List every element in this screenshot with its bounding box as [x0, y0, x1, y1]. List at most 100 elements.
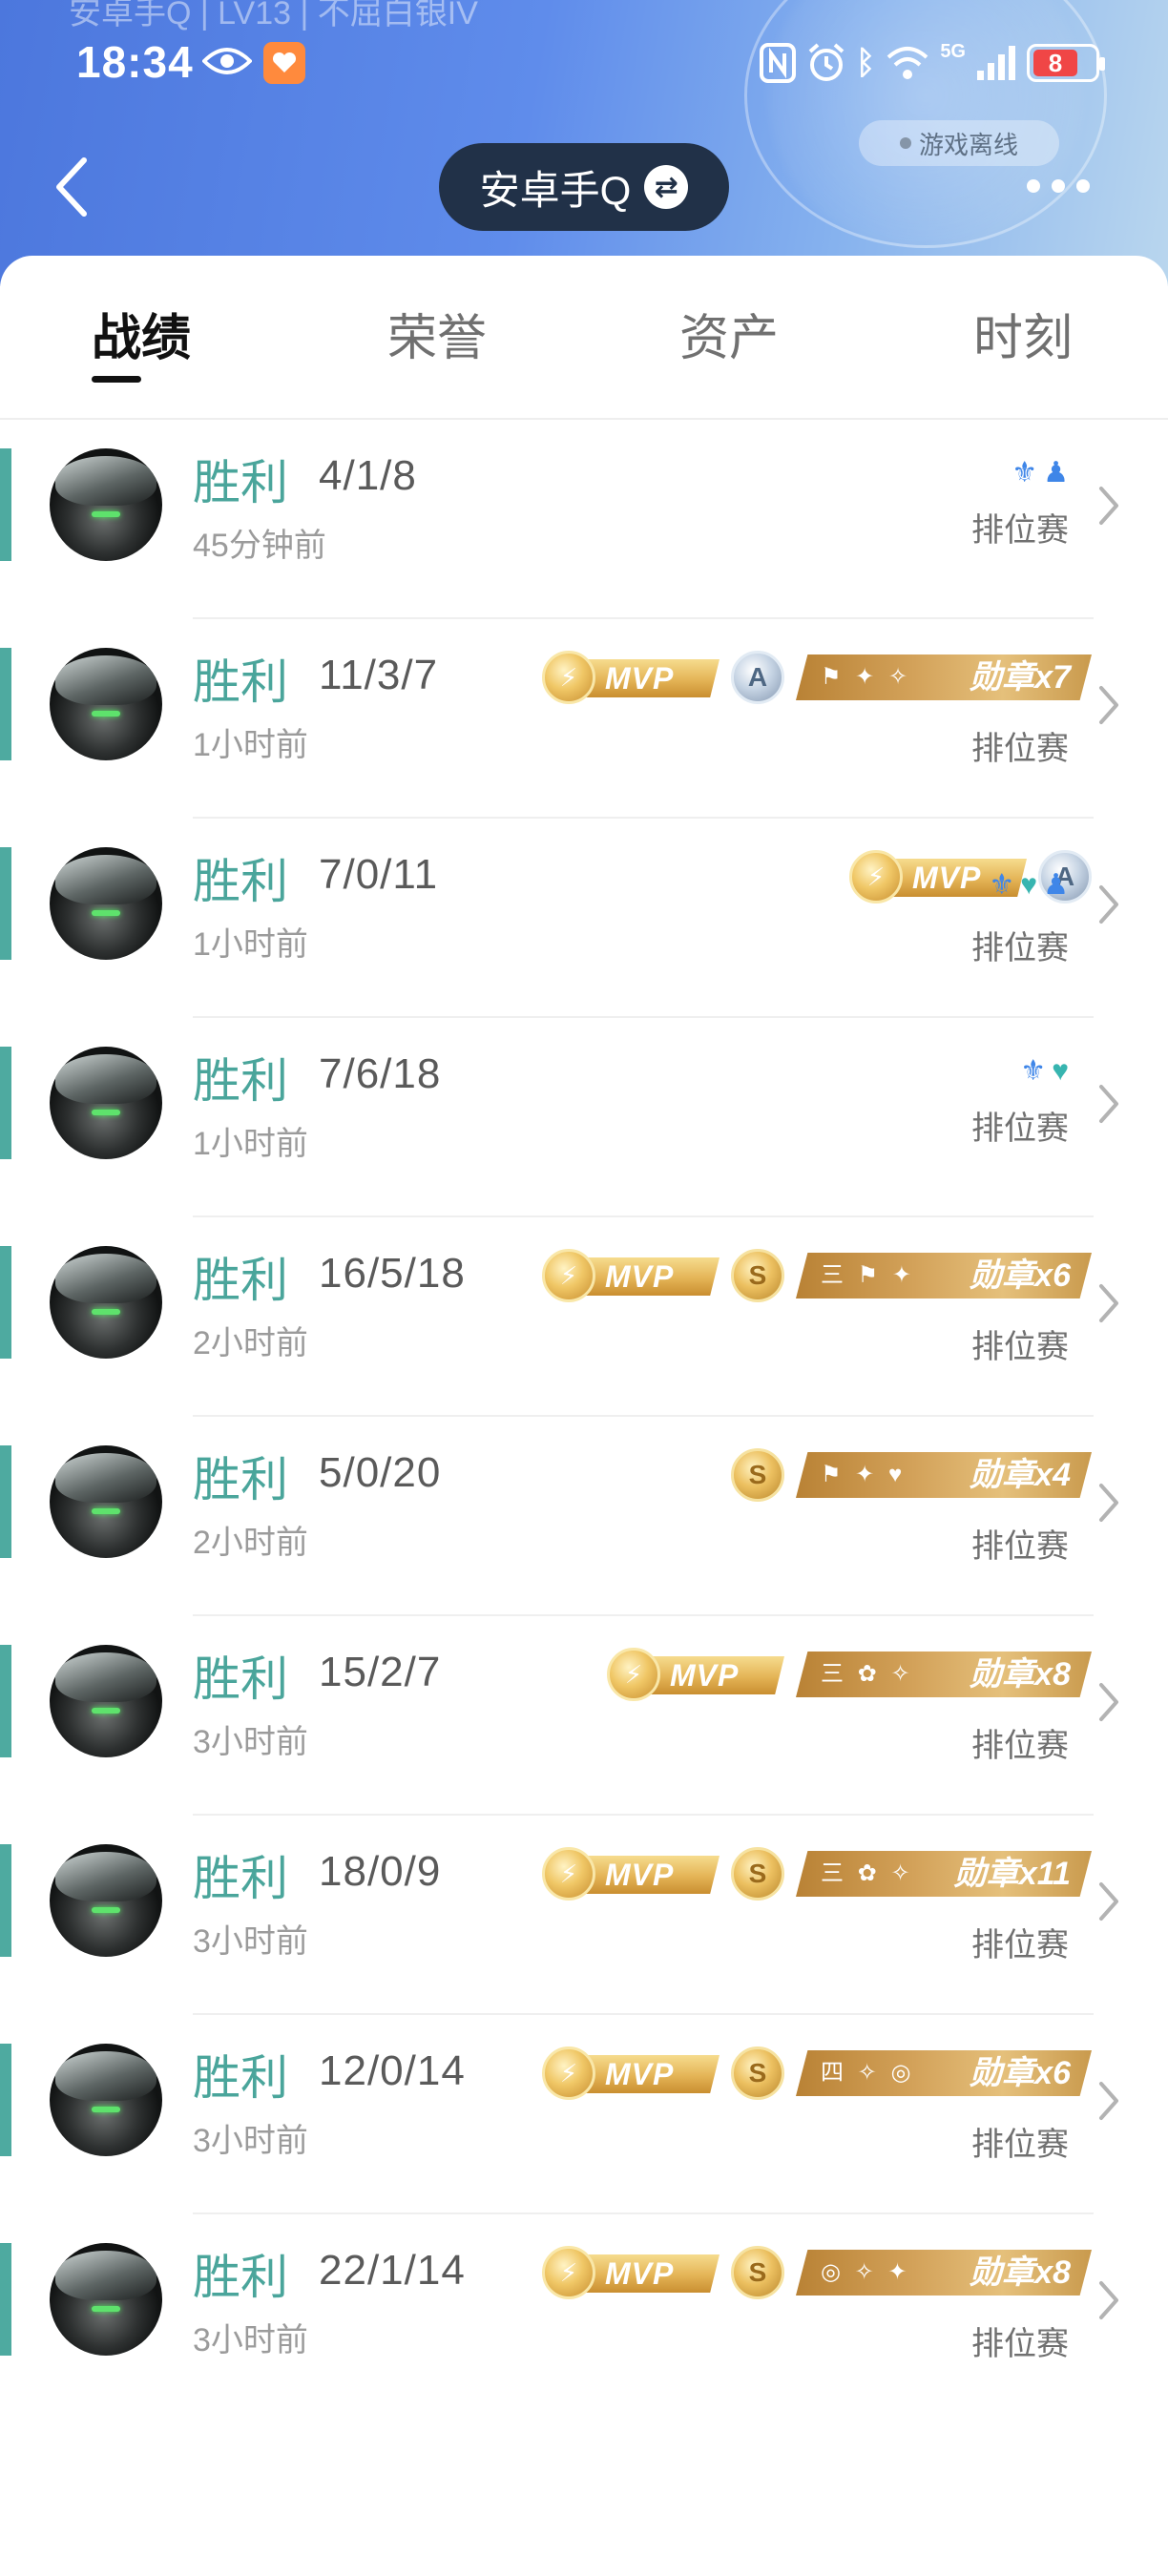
match-row[interactable]: 胜利 4/1/8 45分钟前 ⚜ ♟ 排位赛 — [0, 420, 1168, 619]
match-row[interactable]: 胜利 7/0/11 1小时前 ⚡ MVP A ⚜ ♥ ♟ 排位赛 — [0, 819, 1168, 1018]
signal-icon — [977, 46, 1015, 80]
mvp-coin-icon: ⚡ — [542, 1847, 595, 1901]
hero-hat-art — [55, 1453, 156, 1503]
match-badges: S ⚑ ✦ ♥ 勋章x4 — [731, 1442, 1092, 1508]
match-kda: 4/1/8 — [319, 452, 417, 499]
grade-badge: S — [731, 1448, 784, 1502]
hero-eyes-art — [92, 1508, 120, 1514]
active-tab-indicator — [92, 376, 141, 383]
medal-name: 勋章 — [970, 2055, 1035, 2091]
match-badges: ⚡ MVP 三 ✿ ✧ 勋章x8 — [607, 1641, 1092, 1708]
medal-icons: 三 ✿ ✧ — [821, 1860, 914, 1886]
medal-strip: 四 ✧ ◎ 勋章x6 — [796, 2050, 1092, 2096]
chevron-right-icon — [1099, 1882, 1118, 1921]
tab-records[interactable]: 战绩 — [92, 298, 191, 369]
match-row[interactable]: 胜利 5/0/20 2小时前 S ⚑ ✦ ♥ 勋章x4 排位赛 — [0, 1417, 1168, 1616]
match-row[interactable]: 胜利 11/3/7 1小时前 ⚡ MVP A ⚑ ✦ ✧ 勋章x7 排位赛 — [0, 619, 1168, 819]
match-mode: 排位赛 — [971, 1927, 1069, 1963]
mvp-coin-icon: ⚡ — [542, 2246, 595, 2299]
tab-assets[interactable]: 资产 — [679, 298, 779, 369]
medal-count: x11 — [1018, 1856, 1071, 1892]
mvp-badge: ⚡ MVP — [542, 2246, 720, 2299]
tab-moments[interactable]: 时刻 — [973, 298, 1073, 369]
medal-icons: ◎ ✧ ✦ — [821, 2259, 911, 2285]
match-kda: 5/0/20 — [319, 1449, 442, 1496]
medal-label: 勋章x4 — [970, 1452, 1071, 1498]
medal-count: x6 — [1034, 1257, 1071, 1294]
hero-eyes-art — [92, 1110, 120, 1115]
medal-label: 勋章x11 — [954, 1851, 1071, 1897]
heart-icon: ♥ — [1052, 1055, 1069, 1087]
network-type: 5G — [940, 41, 966, 62]
match-kda: 15/2/7 — [319, 1649, 442, 1695]
medal-strip: ◎ ✧ ✦ 勋章x8 — [796, 2250, 1092, 2296]
chevron-right-icon — [1099, 487, 1118, 525]
match-result: 胜利 — [193, 1054, 288, 1108]
more-options-button[interactable] — [1027, 172, 1103, 200]
match-mode: 排位赛 — [971, 1528, 1069, 1565]
hero-eyes-art — [92, 910, 120, 916]
win-indicator-bar — [0, 448, 11, 561]
back-button[interactable] — [46, 149, 103, 225]
match-row[interactable]: 胜利 7/6/18 1小时前 ⚜ ♥ 排位赛 — [0, 1018, 1168, 1217]
medal-count: x4 — [1034, 1457, 1071, 1493]
mvp-label: MVP — [605, 2256, 675, 2291]
hero-avatar — [50, 1047, 162, 1159]
chevron-right-icon — [1099, 885, 1118, 924]
medal-label: 勋章x6 — [970, 2050, 1071, 2096]
match-kda: 7/6/18 — [319, 1050, 442, 1097]
role-icons: ⚜ ♟ — [1012, 454, 1069, 492]
match-row[interactable]: 胜利 16/5/18 2小时前 ⚡ MVP S 三 ⚑ ✦ 勋章x6 排位赛 — [0, 1217, 1168, 1417]
tab-honors[interactable]: 荣誉 — [387, 298, 487, 369]
hero-eyes-art — [92, 1309, 120, 1315]
hero-eyes-art — [92, 711, 120, 717]
match-mode: 排位赛 — [971, 512, 1069, 549]
grade-badge: S — [731, 1847, 784, 1901]
match-kda: 7/0/11 — [319, 851, 439, 898]
match-result: 胜利 — [193, 1652, 288, 1706]
medal-name: 勋章 — [970, 659, 1035, 696]
app-notification-icon — [263, 42, 305, 84]
match-result: 胜利 — [193, 1254, 288, 1307]
mvp-label: MVP — [605, 1858, 675, 1892]
match-badges: ⚡ MVP S ◎ ✧ ✦ 勋章x8 — [542, 2239, 1092, 2306]
battery-icon: 8 — [1027, 44, 1105, 82]
match-kda: 16/5/18 — [319, 1250, 466, 1297]
more-dot-icon — [1052, 179, 1065, 193]
medal-label: 勋章x6 — [970, 1253, 1071, 1298]
match-row[interactable]: 胜利 22/1/14 3小时前 ⚡ MVP S ◎ ✧ ✦ 勋章x8 排位赛 — [0, 2214, 1168, 2414]
hero-eyes-art — [92, 2306, 120, 2312]
medal-name: 勋章 — [953, 1856, 1019, 1892]
status-time: 18:34 — [76, 37, 194, 87]
chevron-right-icon — [1099, 1085, 1118, 1123]
match-row[interactable]: 胜利 15/2/7 3小时前 ⚡ MVP 三 ✿ ✧ 勋章x8 排位赛 — [0, 1616, 1168, 1816]
account-switcher[interactable]: 安卓手Q ⇄ — [439, 143, 729, 231]
medal-count: x8 — [1034, 2254, 1071, 2291]
win-indicator-bar — [0, 1047, 11, 1159]
status-icons: ᛒ 5G 8 — [759, 41, 1105, 84]
win-indicator-bar — [0, 2044, 11, 2156]
content-card: 战绩 荣誉 资产 时刻 胜利 4/1/8 45分钟前 ⚜ ♟ 排位赛 胜利 11/3/7 1小时… — [0, 256, 1168, 2576]
match-time: 3小时前 — [193, 2123, 308, 2159]
grade-badge: S — [731, 2246, 784, 2299]
match-time: 1小时前 — [193, 727, 308, 763]
nfc-icon — [759, 43, 796, 83]
more-dot-icon — [1076, 179, 1090, 193]
chevron-right-icon — [1099, 1683, 1118, 1721]
hero-hat-art — [55, 1852, 156, 1901]
mvp-badge: ⚡ MVP — [542, 1249, 720, 1302]
mvp-badge: ⚡ MVP — [542, 1847, 720, 1901]
hero-avatar — [50, 1445, 162, 1558]
hero-hat-art — [55, 2051, 156, 2101]
win-indicator-bar — [0, 648, 11, 760]
medal-label: 勋章x8 — [970, 1652, 1071, 1697]
match-time: 3小时前 — [193, 2322, 308, 2358]
medal-strip: 三 ✿ ✧ 勋章x8 — [796, 1652, 1092, 1697]
match-row[interactable]: 胜利 12/0/14 3小时前 ⚡ MVP S 四 ✧ ◎ 勋章x6 排位赛 — [0, 2015, 1168, 2214]
role-icons: ⚜ ♥ — [1020, 1052, 1069, 1091]
match-row[interactable]: 胜利 18/0/9 3小时前 ⚡ MVP S 三 ✿ ✧ 勋章x11 排位赛 — [0, 1816, 1168, 2015]
grade-badge: S — [731, 2046, 784, 2100]
role-icons: ⚜ ♥ ♟ — [989, 866, 1069, 904]
mvp-badge: ⚡ MVP — [542, 651, 720, 704]
match-badges: ⚡ MVP S 四 ✧ ◎ 勋章x6 — [542, 2040, 1092, 2107]
